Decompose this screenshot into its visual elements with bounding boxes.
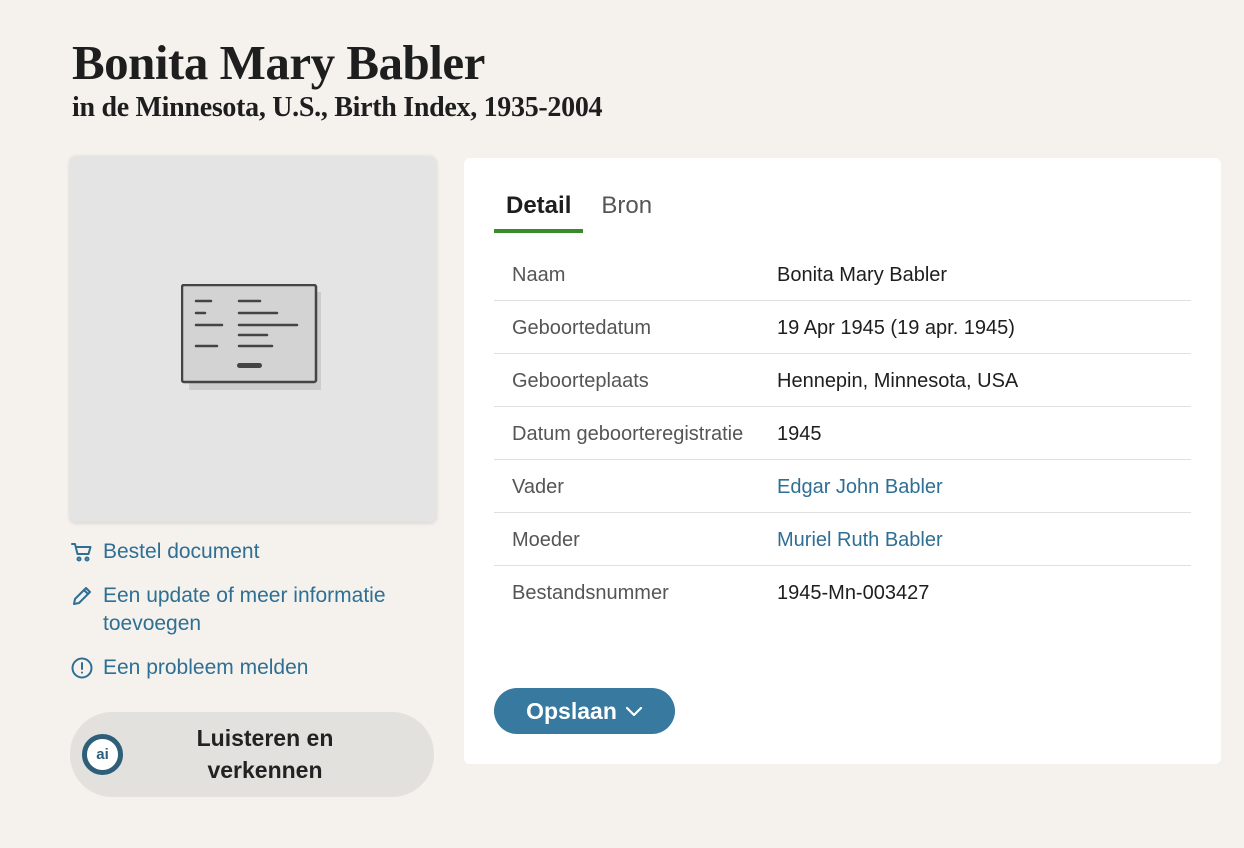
detail-key: Bestandsnummer bbox=[512, 582, 669, 604]
detail-value: Hennepin, Minnesota, USA bbox=[777, 370, 1019, 392]
detail-key: Naam bbox=[512, 264, 566, 286]
listen-label: Luisteren en verkennen bbox=[196, 725, 334, 783]
detail-key: Geboorteplaats bbox=[512, 370, 649, 392]
record-actions: Bestel document Een update of meer infor… bbox=[70, 538, 436, 698]
detail-key: Datum geboorteregistratie bbox=[512, 423, 744, 445]
action-label: Bestel document bbox=[103, 540, 260, 563]
record-tabs: Detail Bron bbox=[494, 188, 670, 233]
document-placeholder-icon bbox=[181, 284, 321, 390]
detail-row-registration-date: Datum geboorteregistratie 1945 bbox=[494, 407, 1191, 460]
action-label: Een update of meer informatie toevoegen bbox=[103, 584, 386, 635]
pencil-icon bbox=[70, 582, 94, 610]
page-title: Bonita Mary Babler bbox=[72, 35, 485, 90]
detail-key: Geboortedatum bbox=[512, 317, 651, 339]
save-label: Opslaan bbox=[526, 697, 617, 724]
detail-key: Vader bbox=[512, 476, 564, 498]
chevron-down-icon bbox=[625, 705, 643, 717]
detail-row-birth-date: Geboortedatum 19 Apr 1945 (19 apr. 1945) bbox=[494, 301, 1191, 354]
detail-value: 19 Apr 1945 (19 apr. 1945) bbox=[777, 317, 1015, 339]
tab-source[interactable]: Bron bbox=[589, 188, 664, 233]
detail-row-birth-place: Geboorteplaats Hennepin, Minnesota, USA bbox=[494, 354, 1191, 407]
mother-link[interactable]: Muriel Ruth Babler bbox=[777, 527, 1191, 553]
listen-and-explore-button[interactable]: ai Luisteren en verkennen bbox=[70, 712, 434, 797]
tab-detail[interactable]: Detail bbox=[494, 188, 584, 233]
alert-circle-icon bbox=[70, 654, 94, 682]
detail-key: Moeder bbox=[512, 529, 580, 551]
record-thumbnail[interactable] bbox=[70, 156, 436, 522]
report-problem-link[interactable]: Een probleem melden bbox=[70, 654, 436, 682]
detail-row-father: Vader Edgar John Babler bbox=[494, 460, 1191, 513]
page-subtitle: in de Minnesota, U.S., Birth Index, 1935… bbox=[72, 92, 603, 123]
cart-icon bbox=[70, 538, 94, 566]
add-update-link[interactable]: Een update of meer informatie toevoegen bbox=[70, 582, 436, 638]
action-label: Een probleem melden bbox=[103, 656, 309, 679]
detail-row-name: Naam Bonita Mary Babler bbox=[494, 248, 1191, 301]
save-button[interactable]: Opslaan bbox=[494, 688, 675, 734]
detail-row-mother: Moeder Muriel Ruth Babler bbox=[494, 513, 1191, 566]
ai-icon: ai bbox=[82, 734, 123, 775]
order-document-link[interactable]: Bestel document bbox=[70, 538, 436, 566]
detail-row-file-number: Bestandsnummer 1945-Mn-003427 bbox=[494, 566, 1191, 618]
record-detail-card: Detail Bron Naam Bonita Mary Babler Gebo… bbox=[464, 158, 1221, 764]
detail-value: 1945-Mn-003427 bbox=[777, 582, 930, 604]
detail-value: 1945 bbox=[777, 423, 822, 445]
father-link[interactable]: Edgar John Babler bbox=[777, 474, 1191, 500]
detail-value: Bonita Mary Babler bbox=[777, 264, 948, 286]
detail-table: Naam Bonita Mary Babler Geboortedatum 19… bbox=[494, 248, 1191, 618]
